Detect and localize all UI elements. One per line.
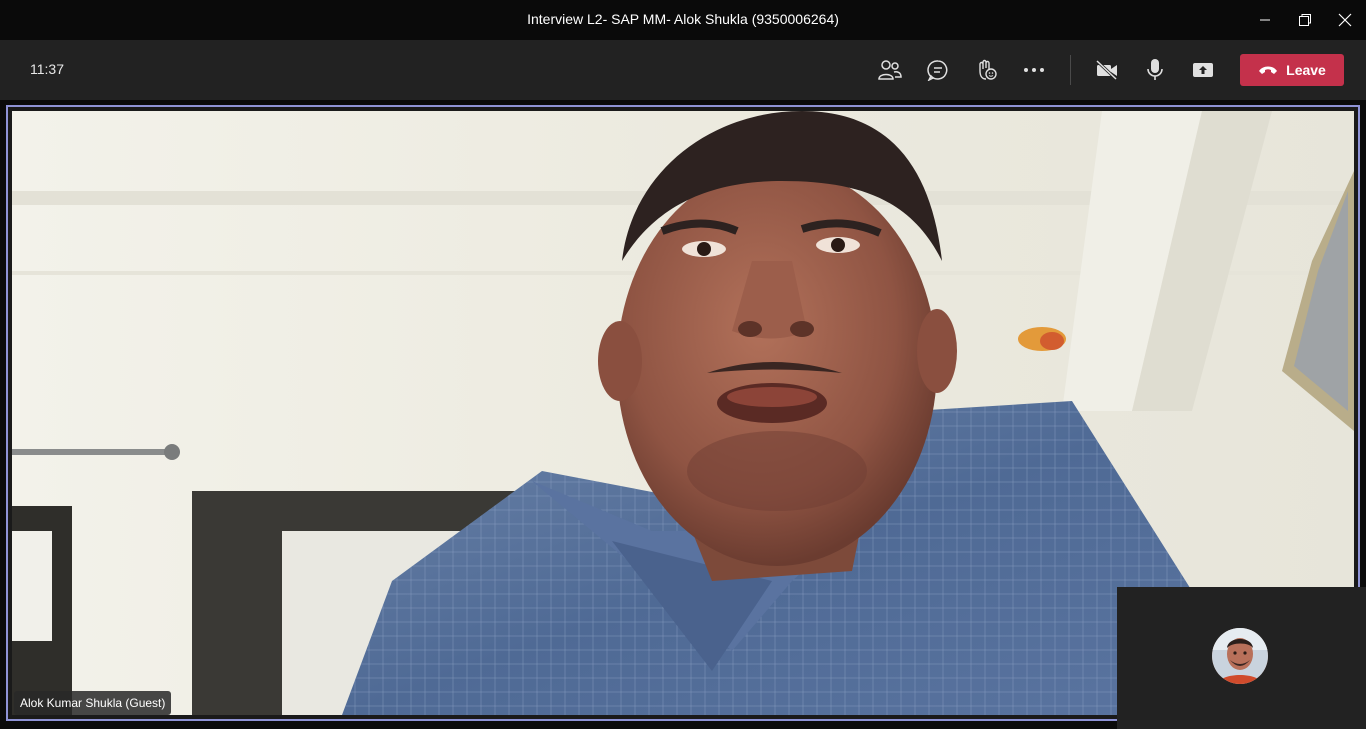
toolbar-divider [1070, 55, 1071, 85]
avatar-photo [1212, 628, 1268, 684]
hang-up-icon [1259, 66, 1278, 74]
restore-icon [1299, 14, 1311, 26]
window-titlebar: Interview L2- SAP MM- Alok Shukla (93500… [0, 0, 1366, 40]
more-options-icon [1024, 68, 1044, 72]
minimize-icon [1260, 19, 1270, 21]
close-icon [1338, 13, 1352, 27]
more-options-button[interactable] [1014, 50, 1054, 90]
meeting-toolbar: 11:37 Leave [0, 40, 1366, 100]
share-screen-button[interactable] [1183, 50, 1223, 90]
restore-button[interactable] [1285, 0, 1325, 40]
share-screen-icon [1193, 63, 1213, 77]
participants-icon [878, 60, 902, 80]
self-view-tile[interactable] [1117, 587, 1366, 729]
self-avatar [1212, 628, 1268, 684]
reactions-button[interactable] [966, 50, 1006, 90]
leave-button[interactable]: Leave [1240, 54, 1344, 86]
microphone-button[interactable] [1135, 50, 1175, 90]
reactions-icon [979, 59, 997, 80]
meeting-duration: 11:37 [30, 61, 64, 77]
window-title: Interview L2- SAP MM- Alok Shukla (93500… [527, 11, 839, 27]
chat-icon [927, 60, 948, 81]
minimize-button[interactable] [1245, 0, 1285, 40]
chat-button[interactable] [918, 50, 958, 90]
close-button[interactable] [1325, 0, 1365, 40]
camera-off-icon [1095, 60, 1118, 80]
microphone-icon [1147, 59, 1163, 80]
participants-button[interactable] [870, 50, 910, 90]
leave-label: Leave [1286, 62, 1326, 78]
participant-name-tag: Alok Kumar Shukla (Guest) [14, 691, 172, 715]
camera-toggle-button[interactable] [1087, 50, 1127, 90]
